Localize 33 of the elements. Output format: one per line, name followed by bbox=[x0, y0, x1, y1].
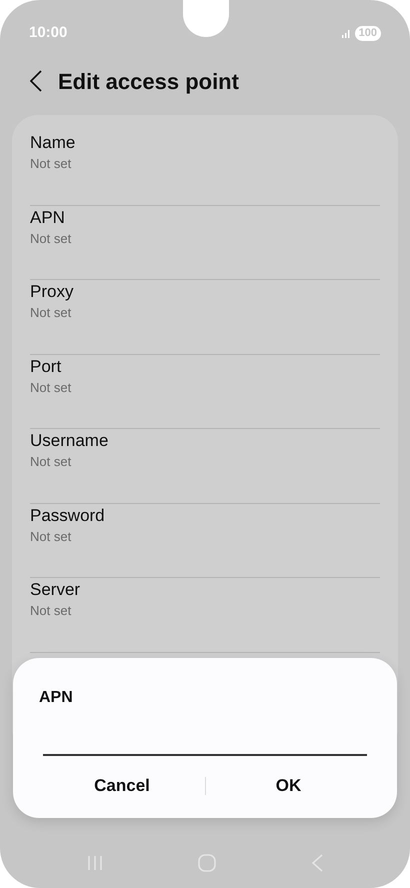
battery-level: 100 bbox=[354, 26, 381, 40]
field-label: Password bbox=[30, 504, 106, 526]
back-nav-icon[interactable] bbox=[310, 854, 323, 872]
field-value: Not set bbox=[30, 378, 72, 396]
field-row[interactable]: Password Not set bbox=[30, 504, 380, 578]
field-row[interactable]: APN Not set bbox=[30, 206, 380, 280]
camera-notch bbox=[183, 0, 229, 37]
dialog-button[interactable]: OK bbox=[206, 766, 371, 806]
field-row[interactable]: Username Not set bbox=[30, 429, 380, 504]
field-row[interactable]: Proxy Not set bbox=[30, 280, 380, 354]
field-label: Username bbox=[30, 430, 110, 452]
field-value: Not set bbox=[30, 602, 72, 620]
field-value: Not set bbox=[30, 155, 72, 173]
field-value: Not set bbox=[30, 453, 72, 471]
field-label: Port bbox=[30, 356, 62, 378]
back-icon[interactable] bbox=[30, 70, 42, 92]
home-icon[interactable] bbox=[198, 854, 216, 872]
field-label: Proxy bbox=[30, 281, 74, 303]
signal-icon bbox=[342, 28, 352, 38]
field-row[interactable]: Port Not set bbox=[30, 354, 380, 429]
field-label: Name bbox=[30, 132, 76, 154]
field-row[interactable]: Name Not set bbox=[30, 131, 380, 206]
dialog-title: APN bbox=[39, 688, 74, 708]
field-label: Server bbox=[30, 579, 82, 601]
field-row[interactable]: Server Not set bbox=[30, 578, 380, 652]
status-time: 10:00 bbox=[29, 22, 68, 43]
field-value: Not set bbox=[30, 230, 72, 248]
page-title: Edit access point bbox=[58, 68, 239, 96]
field-value: Not set bbox=[30, 528, 72, 546]
recent-apps-icon[interactable] bbox=[87, 855, 104, 871]
field-label: APN bbox=[30, 206, 66, 228]
dialog-button[interactable]: Cancel bbox=[39, 766, 205, 806]
field-value: Not set bbox=[30, 304, 72, 322]
